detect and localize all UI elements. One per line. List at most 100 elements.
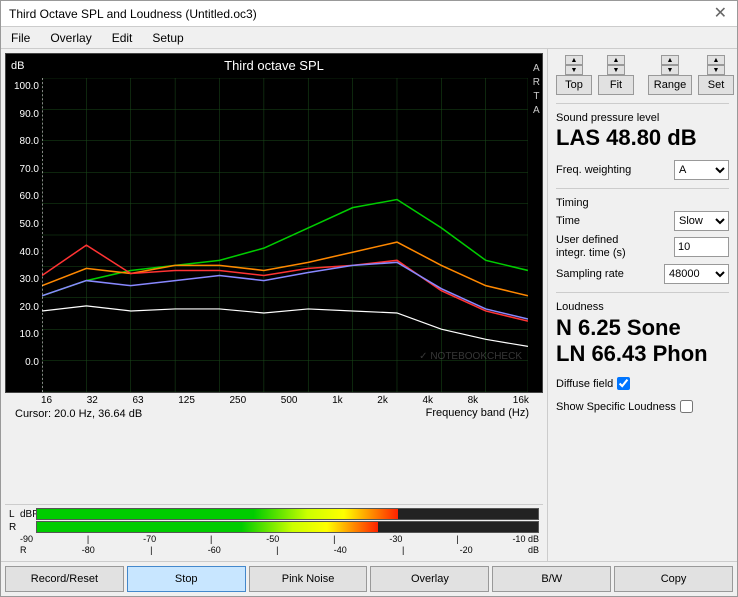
sampling-label: Sampling rate [556,268,624,280]
y-axis: 100.0 90.0 80.0 70.0 60.0 50.0 40.0 30.0… [6,82,42,368]
y-label-10: 10.0 [20,330,39,340]
tick-50: -50 [266,534,279,544]
range-up-btn[interactable]: ▲ [661,55,679,65]
chart-area: Third octave SPL ARTA dB 100.0 90.0 80.0… [1,49,547,561]
dbfs-meter: L dBFS R [5,504,543,557]
y-label-0: 0.0 [25,358,39,368]
range-spinner[interactable]: ▲ ▼ [661,55,679,75]
spl-section: Sound pressure level LAS 48.80 dB [556,112,729,150]
top-label: Top [556,75,592,95]
fw-select[interactable]: A B C Z [674,160,729,180]
x-axis: 16 32 63 125 250 500 1k 2k 4k 8k 16k [5,393,543,406]
y-label-80: 80.0 [20,137,39,147]
y-label-40: 40.0 [20,248,39,258]
time-row: Time Slow Fast Impulse [556,211,729,231]
x-label-32: 32 [87,395,98,406]
stop-button[interactable]: Stop [127,566,246,592]
menu-setup[interactable]: Setup [146,29,189,47]
fit-up-btn[interactable]: ▲ [607,55,625,65]
x-label-1k: 1k [332,395,343,406]
set-up-btn[interactable]: ▲ [707,55,725,65]
fit-btn[interactable]: Fit [598,75,634,95]
sampling-select[interactable]: 44100 48000 96000 [664,264,729,284]
cursor-freq-row: Cursor: 20.0 Hz, 36.64 dB Frequency band… [5,406,543,423]
tick2-40: -40 [334,545,347,555]
tick2-pipe2: | [276,545,278,555]
tick-40: | [333,534,335,544]
tick2-pipe3: | [402,545,404,555]
set-btn[interactable]: Set [698,75,734,95]
divider-2 [556,188,729,189]
y-label-70: 70.0 [20,165,39,175]
loudness-ln-value: LN 66.43 Phon [556,341,729,367]
timing-label: Timing [556,197,729,209]
top-up-btn[interactable]: ▲ [565,55,583,65]
menu-bar: File Overlay Edit Setup [1,27,737,49]
menu-overlay[interactable]: Overlay [44,29,97,47]
tick2-80: -80 [82,545,95,555]
time-select[interactable]: Slow Fast Impulse [674,211,729,231]
watermark: ✓ NOTEBOOKCHECK [419,351,522,362]
set-down-btn[interactable]: ▼ [707,65,725,75]
tick-20: | [456,534,458,544]
close-button[interactable]: ✕ [712,6,729,22]
show-specific-checkbox[interactable] [680,400,693,413]
tick-90: -90 [20,534,33,544]
x-label-8k: 8k [468,395,479,406]
tick-30: -30 [389,534,402,544]
copy-button[interactable]: Copy [614,566,733,592]
meter-r-bar [36,521,539,533]
top-down-btn[interactable]: ▼ [565,65,583,75]
dbfs-header: dBFS [20,509,34,520]
divider-3 [556,292,729,293]
main-content: Third octave SPL ARTA dB 100.0 90.0 80.0… [1,49,737,561]
tick-10: -10 dB [512,534,539,544]
x-label-16: 16 [41,395,52,406]
bw-button[interactable]: B/W [492,566,611,592]
overlay-button[interactable]: Overlay [370,566,489,592]
tick2-db: dB [528,545,539,555]
user-integr-label: User defined integr. time (s) [556,234,646,260]
meter-r-row: R [9,521,539,533]
tick-70: -70 [143,534,156,544]
top-fit-range-row: ▲ ▼ Top ▲ ▼ Fit ▲ ▼ [556,55,729,95]
divider-1 [556,103,729,104]
show-specific-row: Show Specific Loudness [556,400,729,413]
freq-weighting-row: Freq. weighting A B C Z [556,160,729,180]
y-label-100: 100.0 [14,82,39,92]
range-group: ▲ ▼ Range [648,55,692,95]
x-label-4k: 4k [422,395,433,406]
meter-r-fill [37,522,378,532]
tick-80: | [87,534,89,544]
sampling-row: Sampling rate 44100 48000 96000 [556,264,729,284]
top-spinner[interactable]: ▲ ▼ [565,55,583,75]
meter-l-fill [37,509,398,519]
x-label-16k: 16k [513,395,529,406]
diffuse-field-label: Diffuse field [556,378,613,390]
record-reset-button[interactable]: Record/Reset [5,566,124,592]
pink-noise-button[interactable]: Pink Noise [249,566,368,592]
window-title: Third Octave SPL and Loudness (Untitled.… [9,7,257,21]
chart-title: Third octave SPL [224,58,324,73]
chart-inner: Third octave SPL ARTA dB 100.0 90.0 80.0… [5,53,543,504]
diffuse-field-checkbox[interactable] [617,377,630,390]
x-label-63: 63 [132,395,143,406]
menu-file[interactable]: File [5,29,36,47]
top-group: ▲ ▼ Top [556,55,592,95]
user-integr-row: User defined integr. time (s) [556,234,729,260]
menu-edit[interactable]: Edit [106,29,139,47]
range-down-btn[interactable]: ▼ [661,65,679,75]
meter-l-label: L [9,509,17,520]
user-integr-input[interactable] [674,237,729,257]
tick2-20: -20 [460,545,473,555]
main-window: Third Octave SPL and Loudness (Untitled.… [0,0,738,597]
bottom-buttons-bar: Record/Reset Stop Pink Noise Overlay B/W… [1,561,737,596]
fit-spinner[interactable]: ▲ ▼ [607,55,625,75]
title-bar: Third Octave SPL and Loudness (Untitled.… [1,1,737,27]
loudness-section: Loudness N 6.25 Sone LN 66.43 Phon [556,301,729,368]
tick2-60: -60 [208,545,221,555]
meter-l-row: L dBFS [9,508,539,520]
set-spinner[interactable]: ▲ ▼ [707,55,725,75]
fit-down-btn[interactable]: ▼ [607,65,625,75]
freq-band-label: Frequency band (Hz) [148,407,529,421]
